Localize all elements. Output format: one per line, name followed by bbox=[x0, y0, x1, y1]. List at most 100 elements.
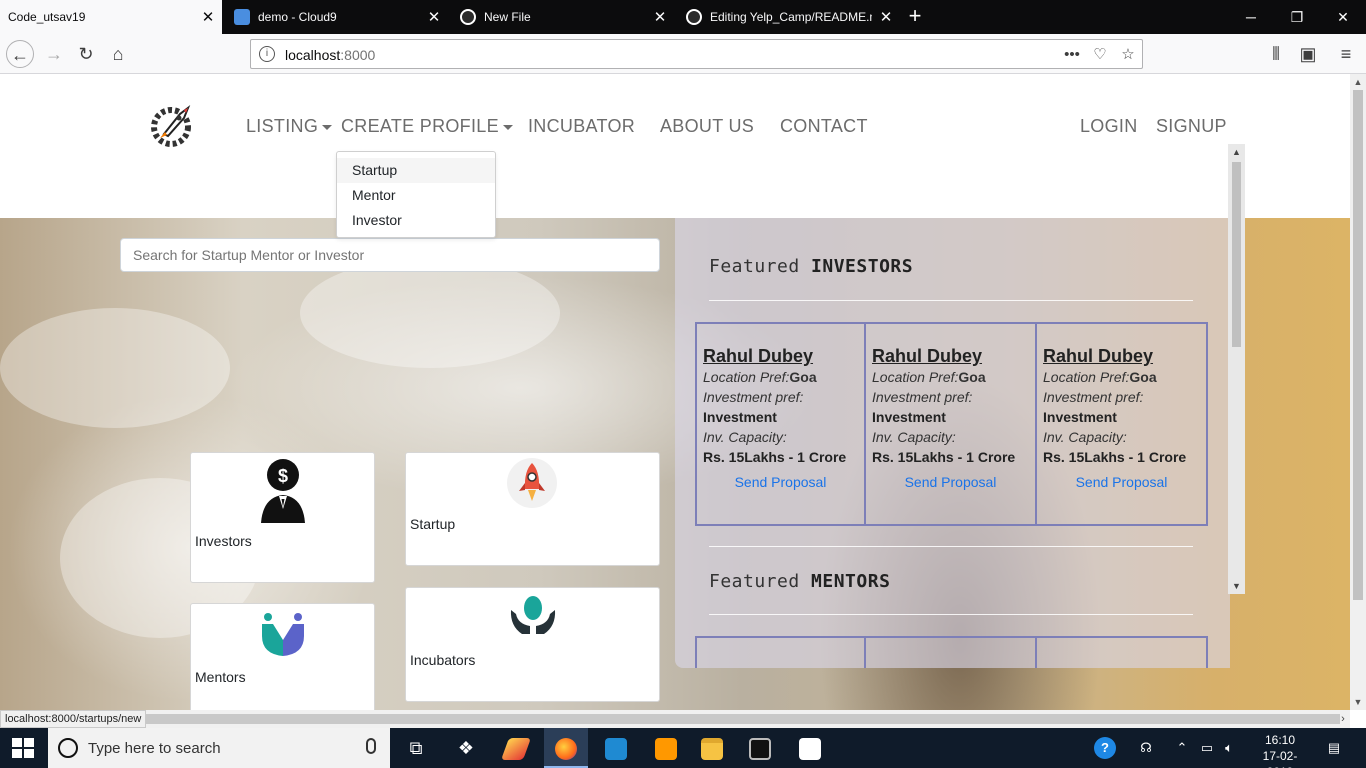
dropdown-item-mentor[interactable]: Mentor bbox=[337, 183, 495, 208]
tab-editing-readme[interactable]: Editing Yelp_Camp/README.m ✕ bbox=[678, 0, 900, 34]
send-proposal-link[interactable]: Send Proposal bbox=[872, 474, 1035, 490]
lightning-app-icon[interactable] bbox=[494, 728, 538, 768]
investor-name-link[interactable]: Rahul Dubey bbox=[1043, 346, 1206, 367]
nav-incubator[interactable]: INCUBATOR bbox=[528, 116, 635, 137]
library-icon[interactable]: ⫴ bbox=[1262, 40, 1290, 68]
capacity-label-text: Inv. Capacity: bbox=[1043, 429, 1127, 445]
people-icon[interactable]: ☊ bbox=[1134, 728, 1158, 768]
vscode-icon[interactable] bbox=[594, 728, 638, 768]
mongodb-icon[interactable] bbox=[788, 728, 832, 768]
close-window-icon[interactable]: ✕ bbox=[1320, 0, 1366, 34]
battery-icon[interactable]: ▭ bbox=[1196, 728, 1218, 768]
investment-pref-label: Investment pref: bbox=[1043, 387, 1206, 407]
dropbox-icon[interactable]: ❖ bbox=[444, 728, 488, 768]
firefox-icon[interactable] bbox=[544, 728, 588, 768]
category-card-investors[interactable]: $ Investors bbox=[190, 452, 375, 583]
pocket-icon[interactable]: ♡ bbox=[1089, 44, 1111, 66]
minimize-window-icon[interactable]: ─ bbox=[1228, 0, 1274, 34]
taskbar-search-placeholder: Type here to search bbox=[88, 740, 221, 757]
site-info-icon[interactable]: i bbox=[259, 46, 275, 62]
back-arrow-icon[interactable]: ← bbox=[6, 40, 34, 68]
scrollbar-thumb[interactable] bbox=[1353, 90, 1363, 600]
action-center-icon[interactable]: ▤ bbox=[1322, 728, 1346, 768]
home-icon[interactable]: ⌂ bbox=[104, 40, 132, 68]
search-input[interactable] bbox=[120, 238, 660, 272]
browser-navigation-bar: ← → ↻ ⌂ i localhost:8000 ••• ♡ ☆ ⫴ ▣ ≡ bbox=[0, 34, 1366, 74]
tab-code-utsav19[interactable]: Code_utsav19 ✕ bbox=[0, 0, 222, 34]
close-tab-icon[interactable]: ✕ bbox=[194, 8, 222, 26]
forward-arrow-icon[interactable]: → bbox=[40, 40, 68, 68]
category-card-incubators[interactable]: Incubators bbox=[405, 587, 660, 702]
microphone-icon[interactable] bbox=[366, 738, 376, 754]
investor-name-link[interactable]: Rahul Dubey bbox=[703, 346, 864, 367]
close-tab-icon[interactable]: ✕ bbox=[646, 8, 674, 26]
tab-title: Code_utsav19 bbox=[8, 10, 86, 24]
category-card-mentors[interactable]: Mentors bbox=[190, 603, 375, 710]
investor-name-link[interactable]: Rahul Dubey bbox=[872, 346, 1035, 367]
nav-listing[interactable]: LISTING bbox=[246, 116, 333, 137]
command-prompt-icon[interactable] bbox=[738, 728, 782, 768]
scroll-right-arrow-icon[interactable]: › bbox=[1336, 710, 1350, 728]
page-actions-icon[interactable]: ••• bbox=[1061, 44, 1083, 66]
svg-text:$: $ bbox=[278, 466, 288, 486]
location-pref-value: Goa bbox=[958, 369, 986, 385]
menu-hamburger-icon[interactable]: ≡ bbox=[1332, 40, 1360, 68]
investment-pref-label-text: Investment pref: bbox=[1043, 389, 1144, 405]
scrollbar-thumb[interactable] bbox=[1232, 162, 1241, 347]
featured-panel-scrollbar[interactable]: ▲ ▼ bbox=[1228, 144, 1245, 594]
tab-title: demo - Cloud9 bbox=[258, 10, 337, 24]
divider bbox=[709, 546, 1193, 547]
bookmark-star-icon[interactable]: ☆ bbox=[1117, 44, 1139, 66]
nav-listing-label: LISTING bbox=[246, 116, 319, 136]
restore-window-icon[interactable]: ❐ bbox=[1274, 0, 1320, 34]
url-host: localhost bbox=[285, 47, 341, 63]
nav-about-us[interactable]: ABOUT US bbox=[660, 116, 754, 137]
github-icon bbox=[460, 9, 476, 25]
sublime-text-icon[interactable] bbox=[644, 728, 688, 768]
divider bbox=[709, 300, 1193, 301]
investment-pref-label: Investment pref: bbox=[872, 387, 1035, 407]
tab-title: Editing Yelp_Camp/README.m bbox=[710, 10, 872, 24]
volume-icon[interactable]: 🔈︎ bbox=[1218, 728, 1240, 768]
file-explorer-icon[interactable] bbox=[690, 728, 734, 768]
sidebar-icon[interactable]: ▣ bbox=[1294, 40, 1322, 68]
nav-signup[interactable]: SIGNUP bbox=[1156, 116, 1227, 137]
reload-icon[interactable]: ↻ bbox=[72, 40, 100, 68]
scrollbar-thumb[interactable] bbox=[4, 714, 1340, 724]
divider bbox=[709, 614, 1193, 615]
send-proposal-link[interactable]: Send Proposal bbox=[1043, 474, 1206, 490]
featured-panel[interactable]: Featured INVESTORS Rahul Dubey Location … bbox=[675, 218, 1230, 668]
new-tab-button[interactable]: + bbox=[902, 4, 928, 30]
status-link-url: localhost:8000/startups/new bbox=[0, 710, 147, 728]
page-horizontal-scrollbar[interactable]: › bbox=[0, 710, 1350, 728]
scroll-down-arrow-icon[interactable]: ▼ bbox=[1228, 578, 1245, 594]
location-pref: Location Pref:Goa bbox=[1043, 367, 1206, 387]
nav-create-profile[interactable]: CREATE PROFILE bbox=[341, 116, 513, 137]
task-view-icon[interactable]: ⧉ bbox=[394, 728, 438, 768]
show-hidden-icons-icon[interactable]: ⌃ bbox=[1172, 728, 1192, 768]
tab-new-file[interactable]: New File ✕ bbox=[452, 0, 674, 34]
rocket-gear-logo-icon[interactable] bbox=[150, 102, 196, 148]
scroll-up-arrow-icon[interactable]: ▲ bbox=[1350, 74, 1366, 90]
create-profile-dropdown: Startup Mentor Investor bbox=[336, 151, 496, 238]
taskbar-search-box[interactable]: Type here to search bbox=[48, 728, 390, 768]
close-tab-icon[interactable]: ✕ bbox=[420, 8, 448, 26]
dropdown-item-startup[interactable]: Startup bbox=[337, 158, 495, 183]
tab-cloud9[interactable]: demo - Cloud9 ✕ bbox=[226, 0, 448, 34]
map-background-shape bbox=[300, 258, 560, 368]
help-icon[interactable]: ? bbox=[1092, 728, 1118, 768]
nav-login[interactable]: LOGIN bbox=[1080, 116, 1138, 137]
close-tab-icon[interactable]: ✕ bbox=[872, 8, 900, 26]
page-vertical-scrollbar[interactable]: ▲ ▼ bbox=[1350, 74, 1366, 710]
scroll-down-arrow-icon[interactable]: ▼ bbox=[1350, 694, 1366, 710]
dropdown-item-investor[interactable]: Investor bbox=[337, 208, 495, 233]
windows-start-icon[interactable] bbox=[12, 738, 34, 758]
url-port: :8000 bbox=[340, 47, 376, 63]
system-clock[interactable]: 16:10 17-02-2019 bbox=[1250, 732, 1310, 768]
scroll-up-arrow-icon[interactable]: ▲ bbox=[1228, 144, 1245, 160]
url-bar[interactable]: i localhost:8000 ••• ♡ ☆ bbox=[250, 39, 1143, 69]
url-text[interactable]: localhost:8000 bbox=[285, 47, 375, 63]
category-card-startup[interactable]: Startup bbox=[405, 452, 660, 566]
send-proposal-link[interactable]: Send Proposal bbox=[703, 474, 864, 490]
nav-contact[interactable]: CONTACT bbox=[780, 116, 868, 137]
